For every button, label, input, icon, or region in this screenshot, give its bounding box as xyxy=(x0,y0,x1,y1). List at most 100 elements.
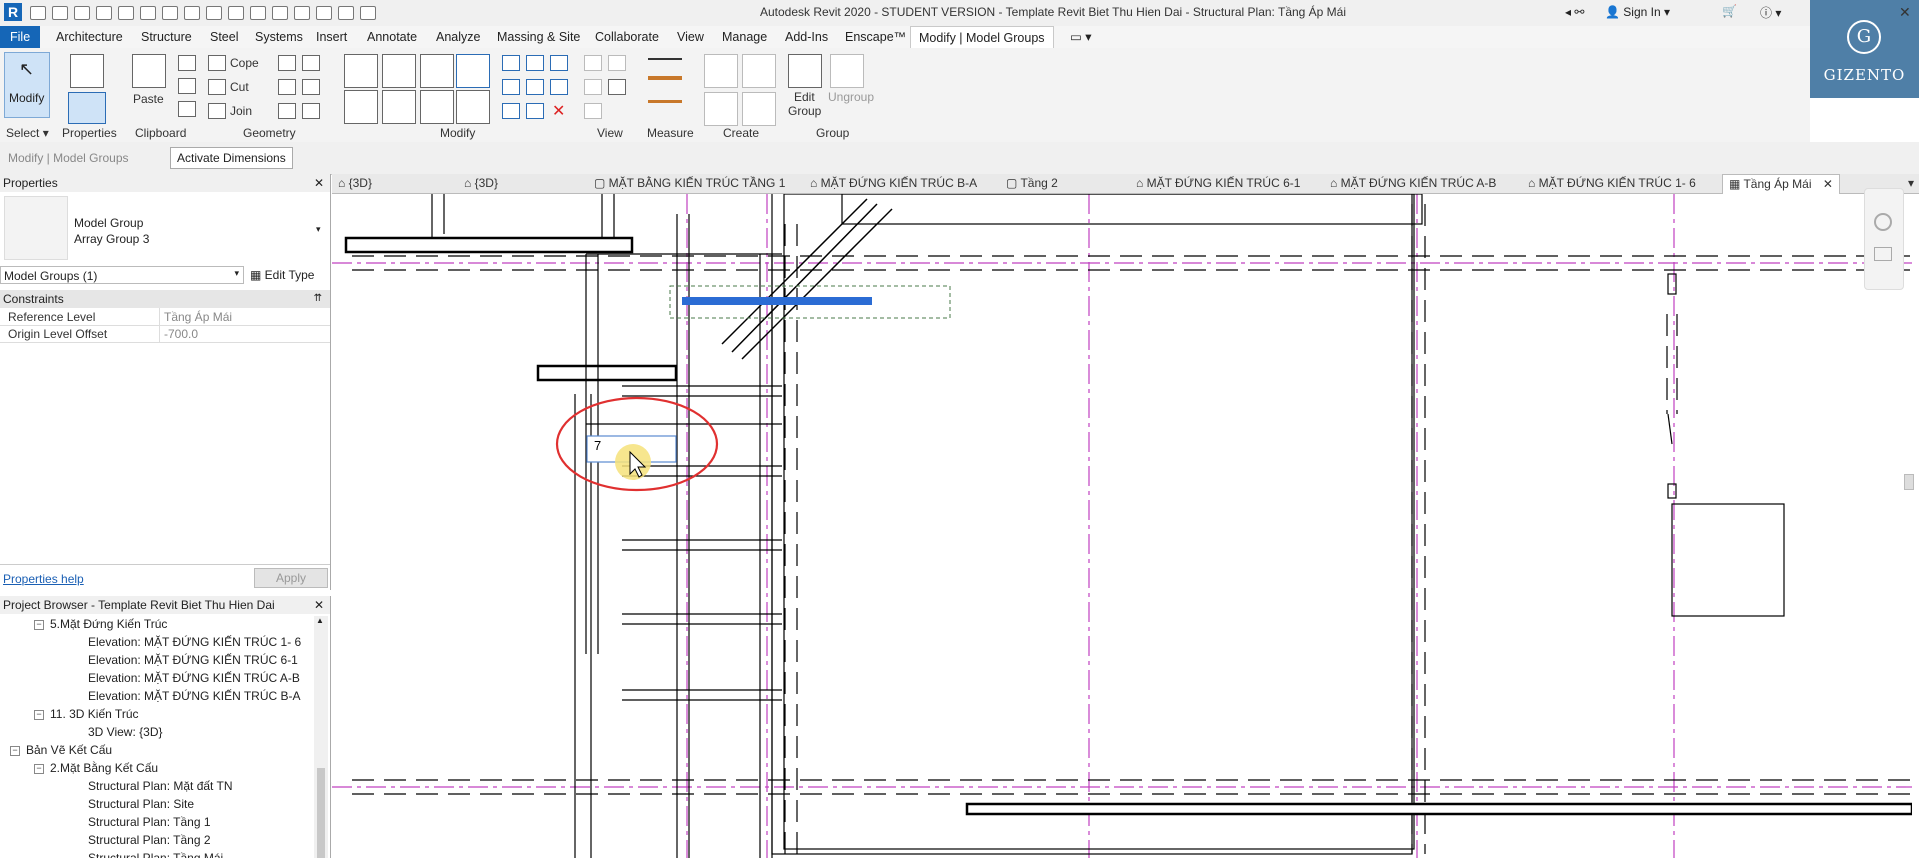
thin-lines-icon[interactable] xyxy=(316,6,332,20)
create-parts-icon[interactable] xyxy=(742,54,776,88)
tree-item[interactable]: Elevation: MẶT ĐỨNG KIẾN TRÚC 6-1 xyxy=(88,653,298,667)
activate-dimensions-button[interactable]: Activate Dimensions xyxy=(170,147,293,169)
text-icon[interactable] xyxy=(250,6,266,20)
open-icon[interactable] xyxy=(30,6,46,20)
tab-analyze[interactable]: Analyze xyxy=(436,26,480,48)
section-icon[interactable] xyxy=(294,6,310,20)
tag-icon[interactable] xyxy=(228,6,244,20)
zoom-icon[interactable] xyxy=(1874,247,1892,261)
browser-close-icon[interactable]: ✕ xyxy=(314,596,324,614)
aligned-dimension-icon[interactable] xyxy=(648,100,682,116)
folder-icon[interactable] xyxy=(52,6,68,20)
view-tab-3d-2[interactable]: ⌂ {3D} xyxy=(464,174,498,193)
tab-modify-model-groups[interactable]: Modify | Model Groups xyxy=(910,26,1054,49)
view-tab-md-kt-ba[interactable]: ⌂ MẶT ĐỨNG KIẾN TRÚC B-A xyxy=(810,174,977,193)
linework-icon[interactable] xyxy=(584,79,602,95)
tree-toggle-icon[interactable]: − xyxy=(34,764,44,774)
mirror-axis-icon[interactable] xyxy=(420,54,454,88)
redo-icon[interactable] xyxy=(140,6,156,20)
copy-to-clipboard-icon[interactable] xyxy=(178,78,196,94)
tree-item[interactable]: 2.Mặt Bằng Kết Cấu xyxy=(50,761,158,775)
save-icon[interactable] xyxy=(74,6,90,20)
sign-in-button[interactable]: 👤 Sign In ▾ xyxy=(1605,5,1670,19)
measure-element-icon[interactable] xyxy=(648,76,682,92)
sync-icon[interactable] xyxy=(96,6,112,20)
tree-item[interactable]: 11. 3D Kiến Trúc xyxy=(50,707,139,721)
override-graphics-icon[interactable] xyxy=(608,55,626,71)
temp-view-icon[interactable] xyxy=(584,103,602,119)
ungroup-button[interactable]: Ungroup xyxy=(828,90,874,104)
create-group-icon[interactable] xyxy=(704,92,738,126)
unpin-icon[interactable] xyxy=(550,55,568,71)
search-icon[interactable]: ◂ ⚯ xyxy=(1565,5,1584,19)
split-face-icon[interactable] xyxy=(302,55,320,71)
tree-item[interactable]: 3D View: {3D} xyxy=(88,725,163,739)
view-tab-3d-1[interactable]: ⌂ {3D} xyxy=(338,174,372,193)
edit-group-label-1[interactable]: Edit xyxy=(794,90,815,104)
tab-systems[interactable]: Systems xyxy=(255,26,303,48)
view-tab-md-kt-ab[interactable]: ⌂ MẶT ĐỨNG KIẾN TRÚC A-B xyxy=(1330,174,1496,193)
view-tab-md-kt-61[interactable]: ⌂ MẶT ĐỨNG KIẾN TRÚC 6-1 xyxy=(1136,174,1300,193)
steering-wheel-icon[interactable] xyxy=(1874,213,1892,231)
tab-add-ins[interactable]: Add-Ins xyxy=(785,26,828,48)
create-assembly-icon[interactable] xyxy=(704,54,738,88)
trim-extend-icon[interactable] xyxy=(456,90,490,124)
instance-filter-select[interactable]: Model Groups (1) ▾ xyxy=(0,266,244,284)
tree-item[interactable]: Structural Plan: Tầng 2 xyxy=(88,833,211,847)
join-icon[interactable] xyxy=(208,103,226,119)
cart-icon[interactable]: 🛒 xyxy=(1722,4,1737,18)
trim-multiple-icon[interactable] xyxy=(502,103,520,119)
edit-type-button[interactable]: ▦ Edit Type xyxy=(250,266,314,284)
revit-logo-icon[interactable]: R xyxy=(4,3,22,21)
scroll-up-icon[interactable]: ▲ xyxy=(316,616,324,625)
type-selector-chevron-icon[interactable]: ▾ xyxy=(316,224,321,235)
split-gap-icon[interactable] xyxy=(526,55,544,71)
tree-item[interactable]: 5.Mặt Đứng Kiến Trúc xyxy=(50,617,167,631)
paint-brush-icon[interactable] xyxy=(302,103,320,119)
tree-item[interactable]: Structural Plan: Tầng 1 xyxy=(88,815,211,829)
view-tab-tang2[interactable]: ▢ Tầng 2 xyxy=(1006,174,1058,193)
tree-toggle-icon[interactable]: − xyxy=(34,710,44,720)
close-icon[interactable]: ✕ xyxy=(1899,4,1911,21)
help-icon[interactable]: ⓘ ▾ xyxy=(1760,4,1781,21)
cope-button[interactable]: Cope xyxy=(230,56,259,70)
pin-icon[interactable] xyxy=(550,79,568,95)
hide-icon[interactable] xyxy=(584,55,602,71)
rotate-icon[interactable] xyxy=(420,90,454,124)
tree-item[interactable]: Structural Plan: Site xyxy=(88,797,194,811)
tree-item[interactable]: Structural Plan: Mặt đất TN xyxy=(88,779,233,793)
cut-button[interactable]: Cut xyxy=(230,80,249,94)
tab-collaborate[interactable]: Collaborate xyxy=(595,26,659,48)
ungroup-icon[interactable] xyxy=(830,54,864,88)
browser-scrollbar[interactable]: ▲ xyxy=(314,616,328,858)
trim-single-icon[interactable] xyxy=(526,103,544,119)
offset-icon[interactable] xyxy=(382,54,416,88)
view-tab-tang-ap-mai[interactable]: ▦ Tầng Áp Mái ✕ xyxy=(1722,174,1840,194)
tab-file[interactable]: File xyxy=(0,26,41,48)
tree-item[interactable]: Elevation: MẶT ĐỨNG KIẾN TRÚC 1- 6 xyxy=(88,635,301,649)
tree-item[interactable]: Elevation: MẶT ĐỨNG KIẾN TRÚC A-B xyxy=(88,671,300,685)
delete-icon[interactable]: ✕ xyxy=(552,101,565,121)
paint-icon[interactable] xyxy=(278,79,296,95)
tab-massing-site[interactable]: Massing & Site xyxy=(497,26,580,48)
demolish-icon[interactable] xyxy=(302,79,320,95)
ribbon-minimize-icon[interactable]: ▭ ▾ xyxy=(1070,26,1092,48)
modify-button[interactable]: ↖ Modify xyxy=(4,52,50,118)
tab-enscape[interactable]: Enscape™ xyxy=(845,26,906,48)
collapse-icon[interactable]: ⇈ xyxy=(314,290,322,308)
cut-to-clipboard-icon[interactable] xyxy=(178,55,196,71)
copy-icon[interactable] xyxy=(382,90,416,124)
line-weight-icon[interactable] xyxy=(608,79,626,95)
switch-windows-icon[interactable] xyxy=(360,6,376,20)
cut-geometry-icon[interactable] xyxy=(208,79,226,95)
scale-icon[interactable] xyxy=(526,79,544,95)
properties-help-link[interactable]: Properties help xyxy=(3,572,84,586)
tree-item[interactable]: Bản Vẽ Kết Cấu xyxy=(26,743,112,757)
tree-item[interactable]: Elevation: MẶT ĐỨNG KIẾN TRÚC B-A xyxy=(88,689,301,703)
tab-insert[interactable]: Insert xyxy=(316,26,347,48)
paste-icon[interactable] xyxy=(132,54,166,88)
view-tab-md-kt-16[interactable]: ⌂ MẶT ĐỨNG KIẾN TRÚC 1- 6 xyxy=(1528,174,1696,193)
cope-icon[interactable] xyxy=(208,55,226,71)
browser-scrollbar-thumb[interactable] xyxy=(317,768,325,858)
measure-icon[interactable] xyxy=(184,6,200,20)
